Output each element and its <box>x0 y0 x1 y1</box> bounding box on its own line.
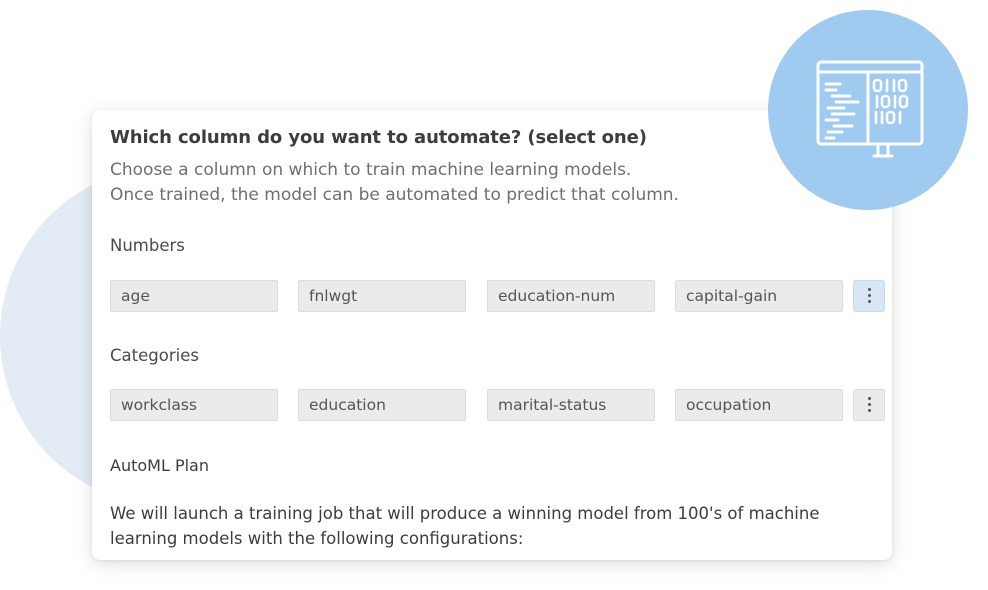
automl-plan-label: AutoML Plan <box>110 456 209 475</box>
automl-plan-description: We will launch a training job that will … <box>110 504 820 548</box>
subtitle-line-2: Once trained, the model can be automated… <box>110 185 679 205</box>
column-chip-education[interactable]: education <box>298 389 466 421</box>
card-title: Which column do you want to automate? (s… <box>110 127 647 148</box>
column-chip-marital-status[interactable]: marital-status <box>487 389 655 421</box>
numbers-section-label: Numbers <box>110 236 185 255</box>
automate-column-card: Which column do you want to automate? (s… <box>92 110 892 560</box>
column-chip-education-num[interactable]: education-num <box>487 280 655 312</box>
stage: Which column do you want to automate? (s… <box>0 0 988 590</box>
numbers-more-button[interactable] <box>853 280 885 312</box>
categories-more-button[interactable] <box>853 389 885 421</box>
categories-section-label: Categories <box>110 346 199 365</box>
column-chip-fnlwgt[interactable]: fnlwgt <box>298 280 466 312</box>
subtitle-line-1: Choose a column on which to train machin… <box>110 160 632 180</box>
column-chip-occupation[interactable]: occupation <box>675 389 843 421</box>
column-chip-capital-gain[interactable]: capital-gain <box>675 280 843 312</box>
column-chip-age[interactable]: age <box>110 280 278 312</box>
more-vertical-icon <box>867 288 871 306</box>
binary-code-monitor-icon <box>816 60 924 158</box>
column-chip-workclass[interactable]: workclass <box>110 389 278 421</box>
binary-monitor-badge <box>768 10 968 210</box>
card-subtitle: Choose a column on which to train machin… <box>110 158 679 208</box>
more-vertical-icon <box>867 397 871 415</box>
